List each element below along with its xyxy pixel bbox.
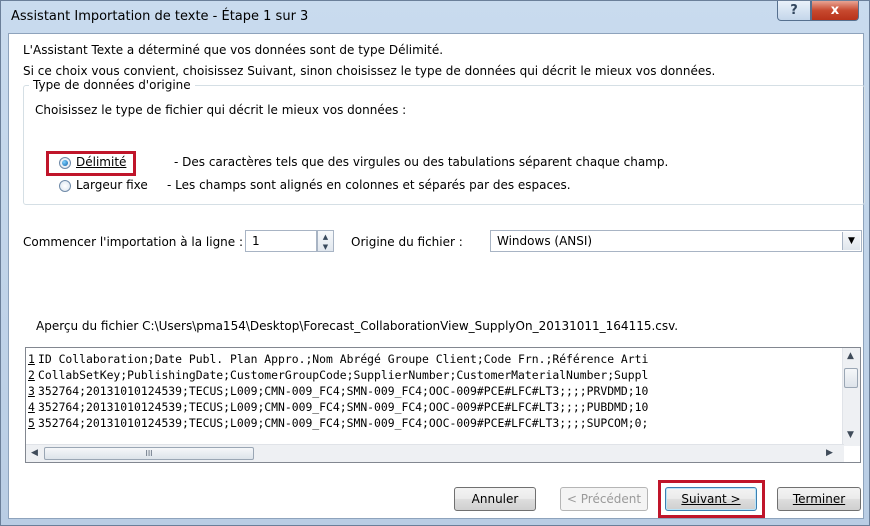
fixed-width-description: - Les champs sont alignés en colonnes et… bbox=[167, 178, 571, 192]
next-button-label: Suivant > bbox=[681, 492, 741, 506]
finish-button[interactable]: Terminer bbox=[777, 487, 861, 511]
stepper-up-icon[interactable]: ▲ bbox=[318, 231, 333, 241]
radio-fixed-width[interactable] bbox=[59, 180, 71, 192]
preview-line: 3 352764;20131010124539;TECUS;L009;CMN-00… bbox=[28, 384, 649, 398]
start-row-value: 1 bbox=[252, 234, 260, 248]
scroll-down-icon[interactable]: ▼ bbox=[847, 430, 854, 440]
preview-label: Aperçu du fichier C:\Users\pma154\Deskto… bbox=[36, 319, 679, 333]
previous-button[interactable]: < Précédent bbox=[560, 487, 648, 511]
file-preview[interactable]: 1 ID Collaboration;Date Publ. Plan Appro.… bbox=[25, 347, 861, 463]
radio-delimited[interactable] bbox=[59, 157, 71, 169]
start-row-label: Commencer l'importation à la ligne : bbox=[23, 235, 244, 249]
title-bar[interactable]: Assistant Importation de texte - Étape 1… bbox=[1, 1, 869, 33]
dialog-title: Assistant Importation de texte - Étape 1… bbox=[11, 9, 309, 24]
close-button[interactable]: x bbox=[811, 1, 859, 21]
start-row-input[interactable]: 1 bbox=[245, 230, 317, 252]
preview-line: 2 CollabSetKey;PublishingDate;CustomerGro… bbox=[28, 368, 649, 382]
preview-vertical-scrollbar[interactable]: ▲ ▼ bbox=[842, 348, 860, 446]
data-type-group-title: Type de données d'origine bbox=[29, 78, 195, 92]
intro-line-2: Si ce choix vous convient, choisissez Su… bbox=[23, 64, 716, 78]
chevron-down-icon[interactable]: ▼ bbox=[842, 232, 860, 250]
finish-button-label: Terminer bbox=[792, 492, 846, 506]
scroll-grip: III bbox=[145, 449, 153, 458]
dialog-window: Assistant Importation de texte - Étape 1… bbox=[0, 0, 870, 526]
preview-horizontal-scrollbar[interactable]: ◀ III ▶ bbox=[26, 444, 844, 462]
preview-line: 1 ID Collaboration;Date Publ. Plan Appro.… bbox=[28, 352, 649, 366]
intro-line-1: L'Assistant Texte a déterminé que vos do… bbox=[23, 43, 444, 57]
start-row-stepper[interactable]: ▲ ▼ bbox=[317, 230, 334, 252]
help-button[interactable]: ? bbox=[777, 1, 811, 21]
data-type-prompt: Choisissez le type de fichier qui décrit… bbox=[35, 103, 407, 117]
radio-fixed-width-label[interactable]: Largeur fixe bbox=[76, 178, 148, 192]
scroll-up-icon[interactable]: ▲ bbox=[847, 351, 854, 361]
delimited-description: - Des caractères tels que des virgules o… bbox=[174, 155, 669, 169]
scroll-left-icon[interactable]: ◀ bbox=[31, 448, 38, 458]
preview-line: 4 352764;20131010124539;TECUS;L009;CMN-00… bbox=[28, 400, 649, 414]
stepper-down-icon[interactable]: ▼ bbox=[318, 241, 333, 251]
preview-line: 5 352764;20131010124539;TECUS;L009;CMN-00… bbox=[28, 416, 649, 430]
radio-delimited-label[interactable]: Délimité bbox=[76, 155, 126, 169]
file-origin-label: Origine du fichier : bbox=[351, 235, 463, 249]
file-origin-select[interactable]: Windows (ANSI) ▼ bbox=[490, 230, 862, 252]
cancel-button[interactable]: Annuler bbox=[454, 487, 536, 511]
close-icon: x bbox=[830, 3, 840, 18]
file-origin-value: Windows (ANSI) bbox=[497, 234, 593, 248]
vertical-scroll-thumb[interactable] bbox=[844, 368, 858, 388]
next-button[interactable]: Suivant > bbox=[665, 487, 757, 511]
scroll-right-icon[interactable]: ▶ bbox=[826, 448, 833, 458]
horizontal-scroll-thumb[interactable]: III bbox=[44, 447, 254, 460]
help-icon: ? bbox=[790, 3, 798, 18]
